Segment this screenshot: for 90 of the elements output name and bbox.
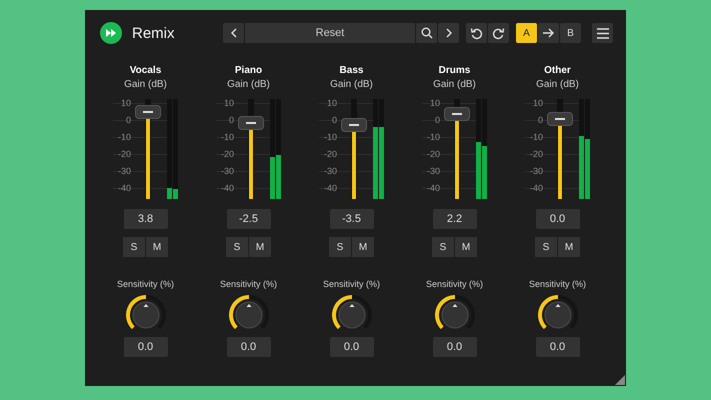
mute-button[interactable]: M (455, 237, 477, 257)
search-icon (420, 27, 432, 39)
scale-label: -30 (220, 165, 234, 178)
gain-label: Gain (dB) (536, 79, 579, 90)
redo-icon (492, 26, 505, 40)
resize-handle-icon[interactable] (615, 375, 625, 385)
scale-label: -20 (530, 148, 543, 161)
chevron-left-icon (230, 28, 238, 38)
undo-icon (470, 26, 483, 40)
sensitivity-label: Sensitivity (%) (528, 279, 586, 289)
sensitivity-value[interactable]: 0.0 (330, 337, 374, 357)
scale-label: 0 (228, 114, 234, 127)
preset-field[interactable]: Reset (245, 23, 415, 43)
a-button[interactable]: A (516, 23, 537, 43)
channel-name: Piano (234, 65, 262, 76)
menu-icon (596, 28, 608, 38)
scale-label: -40 (118, 182, 131, 195)
undo-button[interactable] (466, 23, 487, 43)
scale-label: -10 (118, 131, 131, 144)
scale-label: -40 (324, 182, 337, 195)
solo-button[interactable]: S (123, 237, 145, 257)
scale-label: 0 (332, 114, 337, 127)
scale-label: -40 (426, 182, 440, 195)
solo-button[interactable]: S (432, 237, 454, 257)
scale-label: -20 (220, 148, 234, 161)
channel-name: Vocals (130, 65, 162, 76)
gain-value[interactable]: 2.2 (432, 209, 476, 229)
scale-label: -10 (324, 131, 337, 144)
scale-label: -10 (530, 131, 543, 144)
scale-label: 0 (434, 114, 440, 127)
copy-button[interactable] (538, 23, 559, 43)
b-button[interactable]: B (560, 23, 581, 43)
previous-button[interactable] (223, 23, 244, 43)
gain-label: Gain (dB) (433, 79, 476, 90)
sensitivity-label: Sensitivity (%) (116, 279, 174, 289)
sensitivity-value[interactable]: 0.0 (536, 337, 580, 357)
channel-name: Bass (340, 65, 364, 76)
scale-label: 10 (120, 97, 131, 110)
mute-button[interactable]: M (249, 237, 271, 257)
scale-label: 10 (532, 97, 543, 110)
fader-handle[interactable] (135, 105, 161, 119)
fader-handle[interactable] (444, 107, 470, 121)
menu-button[interactable] (592, 23, 613, 43)
fast-forward-icon (100, 22, 122, 44)
scale-label: -40 (220, 182, 234, 195)
scale-label: 0 (538, 114, 543, 127)
scale-label: -30 (530, 165, 543, 178)
chevron-right-icon (444, 28, 452, 38)
scale-label: -30 (426, 165, 440, 178)
mute-button[interactable]: M (146, 237, 168, 257)
sensitivity-label: Sensitivity (%) (426, 279, 483, 289)
sensitivity-label: Sensitivity (%) (220, 279, 277, 289)
gain-value[interactable]: -3.5 (330, 209, 374, 229)
scale-label: 10 (326, 97, 337, 110)
gain-label: Gain (dB) (227, 79, 270, 90)
fader-handle[interactable] (341, 118, 367, 132)
gain-value[interactable]: 0.0 (536, 209, 580, 229)
gain-value[interactable]: 3.8 (124, 209, 168, 229)
fader-handle[interactable] (238, 116, 264, 130)
solo-button[interactable]: S (226, 237, 248, 257)
fader-handle[interactable] (547, 112, 573, 126)
scale-label: -20 (426, 148, 440, 161)
scale-label: 10 (430, 97, 440, 110)
channel-name: Other (544, 65, 571, 76)
gain-label: Gain (dB) (124, 79, 167, 90)
next-button[interactable] (438, 23, 459, 43)
scale-label: 10 (224, 97, 234, 110)
channel-name: Drums (438, 65, 470, 76)
mute-button[interactable]: M (558, 237, 580, 257)
sensitivity-label: Sensitivity (%) (322, 279, 380, 289)
gain-label: Gain (dB) (330, 79, 373, 90)
sensitivity-value[interactable]: 0.0 (226, 337, 270, 357)
redo-button[interactable] (488, 23, 509, 43)
mute-button[interactable]: M (352, 237, 374, 257)
search-button[interactable] (416, 23, 437, 43)
gain-value[interactable]: -2.5 (226, 209, 270, 229)
sensitivity-value[interactable]: 0.0 (432, 337, 476, 357)
plugin-title: Remix (132, 24, 175, 42)
solo-button[interactable]: S (329, 237, 351, 257)
scale-label: 0 (126, 114, 131, 127)
scale-label: -30 (118, 165, 131, 178)
scale-label: -20 (324, 148, 337, 161)
scale-label: -40 (530, 182, 543, 195)
scale-label: -10 (220, 131, 234, 144)
scale-label: -20 (118, 148, 131, 161)
scale-label: -10 (426, 131, 440, 144)
scale-label: -30 (324, 165, 337, 178)
sensitivity-value[interactable]: 0.0 (124, 337, 168, 357)
solo-button[interactable]: S (535, 237, 557, 257)
arrow-right-icon (542, 28, 555, 38)
